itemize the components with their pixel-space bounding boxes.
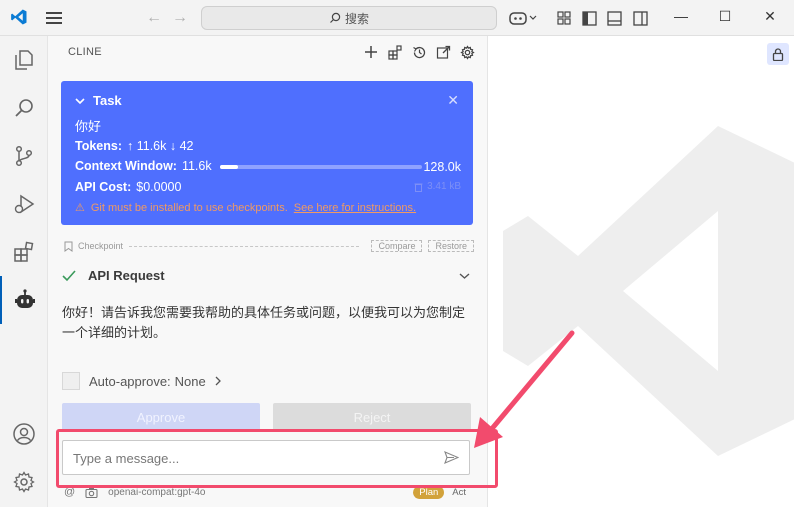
auto-approve-checkbox[interactable] xyxy=(62,372,80,390)
history-icon[interactable] xyxy=(411,44,427,60)
mcp-servers-icon[interactable] xyxy=(387,44,403,60)
toggle-panel-icon[interactable] xyxy=(607,9,622,27)
task-text: 你好 xyxy=(75,119,102,134)
cost-value: $0.0000 xyxy=(136,180,182,194)
command-search[interactable]: 搜索 xyxy=(201,6,497,30)
restore-button[interactable]: Restore xyxy=(428,240,474,252)
highlight-box xyxy=(56,429,498,488)
model-selector[interactable]: openai-compat:gpt-4o xyxy=(108,487,205,498)
instructions-link[interactable]: See here for instructions. xyxy=(294,202,416,214)
layout-controls-icon[interactable] xyxy=(557,9,571,27)
toggle-primary-sidebar-icon[interactable] xyxy=(582,9,597,27)
new-task-icon[interactable] xyxy=(363,44,379,60)
auto-approve-label: Auto-approve: xyxy=(89,373,171,389)
toggle-secondary-sidebar-icon[interactable] xyxy=(633,9,648,27)
checkpoint-warning: ⚠ Git must be installed to use checkpoin… xyxy=(75,201,416,215)
warning-icon: ⚠ xyxy=(75,202,85,214)
chevron-down-icon xyxy=(75,97,85,104)
task-label: Task xyxy=(93,93,122,108)
vscode-logo-icon xyxy=(11,9,27,25)
context-window-row: Context Window: 11.6k xyxy=(75,159,212,173)
tokens-out: 42 xyxy=(179,139,194,153)
source-control-icon[interactable] xyxy=(0,132,48,180)
trash-icon[interactable] xyxy=(414,182,423,192)
checkpoint-row: Checkpoint Compare Restore xyxy=(64,239,474,253)
back-arrow-icon[interactable]: ← xyxy=(146,9,162,27)
lock-icon[interactable] xyxy=(767,43,789,65)
editor-area xyxy=(487,36,794,507)
close-window-icon[interactable]: ✕ xyxy=(760,8,780,25)
run-debug-icon[interactable] xyxy=(0,180,48,228)
check-icon xyxy=(62,269,76,281)
activity-bar xyxy=(0,36,48,507)
settings-icon[interactable] xyxy=(459,44,475,60)
vscode-watermark-icon xyxy=(503,126,794,456)
menu-icon[interactable] xyxy=(46,12,62,24)
context-progress-bar xyxy=(220,165,422,169)
auto-approve-row[interactable]: Auto-approve: None xyxy=(62,372,221,390)
tokens-row: Tokens: ↑ 11.6k ↓ 42 xyxy=(75,139,194,153)
maximize-icon[interactable]: ☐ xyxy=(715,8,735,25)
camera-icon[interactable] xyxy=(85,487,98,498)
tokens-label: Tokens: xyxy=(75,139,122,153)
arrow-up-icon: ↑ xyxy=(127,139,137,153)
context-used: 11.6k xyxy=(181,159,212,173)
context-progress-fill xyxy=(220,165,239,169)
checkpoint-divider xyxy=(129,245,360,247)
open-in-editor-icon[interactable] xyxy=(435,44,451,60)
cost-label: API Cost: xyxy=(75,180,132,194)
minimize-icon[interactable]: — xyxy=(671,8,691,24)
api-cost-row: API Cost: $0.0000 xyxy=(75,180,181,194)
title-bar: ← → 搜索 — ☐ ✕ xyxy=(0,0,794,36)
extensions-icon[interactable] xyxy=(0,228,48,276)
forward-arrow-icon[interactable]: → xyxy=(172,9,188,27)
approve-button[interactable]: Approve xyxy=(62,403,260,431)
checkpoint-label: Checkpoint xyxy=(78,241,124,251)
task-header[interactable]: Task xyxy=(75,93,122,108)
context-max: 128.0k xyxy=(423,160,461,174)
chevron-down-icon xyxy=(459,272,470,279)
search-view-icon[interactable] xyxy=(0,84,48,132)
api-request-row[interactable]: API Request xyxy=(62,268,470,283)
size-value: 3.41 kB xyxy=(427,181,461,192)
search-label: 搜索 xyxy=(344,11,369,26)
auto-approve-value: None xyxy=(174,373,206,389)
panel-actions xyxy=(363,44,475,60)
warning-text: Git must be installed to use checkpoints… xyxy=(90,201,288,214)
task-card: Task ✕ 你好 Tokens: ↑ 11.6k ↓ 42 Context W… xyxy=(61,81,473,225)
bookmark-icon xyxy=(64,241,73,252)
task-size: 3.41 kB xyxy=(414,181,461,192)
assistant-reply: 你好！请告诉我您需要我帮助的具体任务或问题，以便我可以为您制定一个详细的计划。 xyxy=(62,305,466,340)
settings-gear-icon[interactable] xyxy=(0,458,48,506)
panel-title: CLINE xyxy=(68,46,102,58)
context-label: Context Window: xyxy=(75,159,177,173)
arrow-down-icon: ↓ xyxy=(166,139,180,153)
copilot-icon[interactable] xyxy=(509,9,537,27)
search-icon xyxy=(330,12,341,23)
explorer-icon[interactable] xyxy=(0,36,48,84)
reject-button[interactable]: Reject xyxy=(273,403,471,431)
close-task-icon[interactable]: ✕ xyxy=(447,92,459,109)
cline-icon[interactable] xyxy=(0,276,48,324)
compare-button[interactable]: Compare xyxy=(371,240,423,252)
chevron-right-icon xyxy=(215,376,221,386)
account-icon[interactable] xyxy=(0,410,48,458)
tokens-in: 11.6k xyxy=(136,139,167,153)
api-request-label: API Request xyxy=(88,268,165,283)
